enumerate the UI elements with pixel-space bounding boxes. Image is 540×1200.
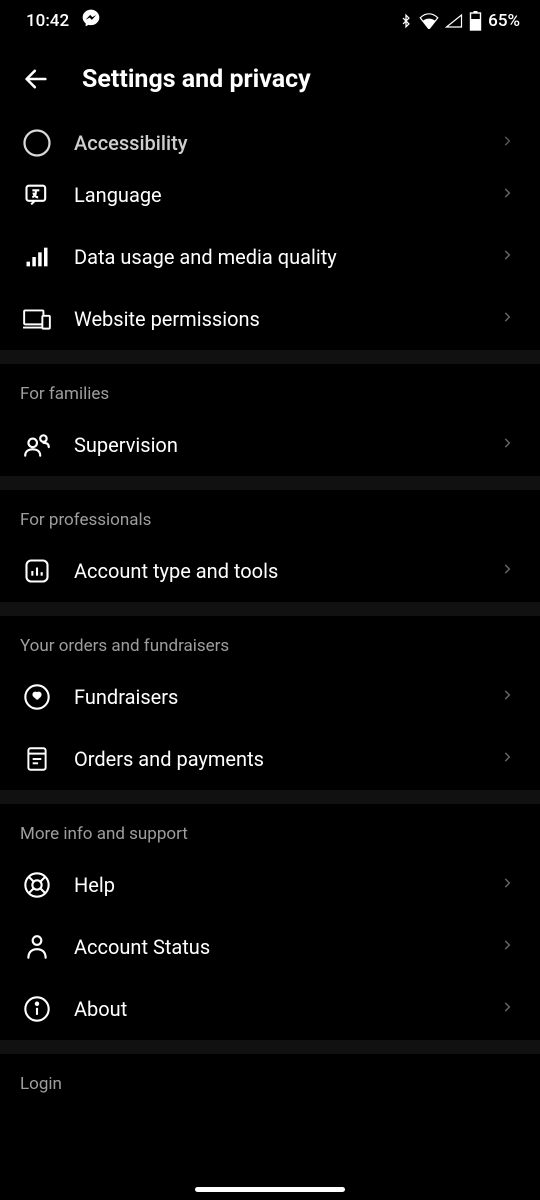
settings-item-data-usage[interactable]: Data usage and media quality xyxy=(0,226,540,288)
settings-item-account-status[interactable]: Account Status xyxy=(0,916,540,978)
section-header-support: More info and support xyxy=(0,804,540,854)
item-label: Fundraisers xyxy=(74,685,478,709)
item-label: Data usage and media quality xyxy=(74,245,478,269)
settings-item-about[interactable]: About xyxy=(0,978,540,1040)
bluetooth-icon xyxy=(399,12,413,30)
section-header-professionals: For professionals xyxy=(0,490,540,540)
chevron-right-icon xyxy=(500,247,520,267)
language-icon xyxy=(22,180,52,210)
page-title: Settings and privacy xyxy=(82,65,311,94)
section-divider xyxy=(0,1040,540,1054)
accessibility-icon xyxy=(22,128,52,158)
back-button[interactable] xyxy=(20,63,52,95)
chevron-right-icon xyxy=(500,749,520,769)
item-label: About xyxy=(74,997,478,1021)
section-divider xyxy=(0,350,540,364)
section-divider xyxy=(0,602,540,616)
item-label: Orders and payments xyxy=(74,747,478,771)
settings-item-account-type[interactable]: Account type and tools xyxy=(0,540,540,602)
supervision-icon xyxy=(22,430,52,460)
navigation-bar-indicator xyxy=(195,1187,345,1192)
status-time: 10:42 xyxy=(26,11,69,31)
signal-icon xyxy=(445,13,463,29)
chevron-right-icon xyxy=(500,435,520,455)
help-icon xyxy=(22,870,52,900)
settings-item-orders-payments[interactable]: Orders and payments xyxy=(0,728,540,790)
messenger-icon xyxy=(81,8,101,33)
item-label: Account Status xyxy=(74,935,478,959)
section-header-orders: Your orders and fundraisers xyxy=(0,616,540,666)
chevron-right-icon xyxy=(500,185,520,205)
settings-list[interactable]: Accessibility Language Data usage and me… xyxy=(0,128,540,1200)
chevron-right-icon xyxy=(500,937,520,957)
settings-item-language[interactable]: Language xyxy=(0,164,540,226)
chart-box-icon xyxy=(22,556,52,586)
devices-icon xyxy=(22,304,52,334)
chevron-right-icon xyxy=(500,561,520,581)
settings-item-supervision[interactable]: Supervision xyxy=(0,414,540,476)
wifi-icon xyxy=(419,13,439,29)
cellular-bars-icon xyxy=(22,242,52,272)
status-battery-pct: 65% xyxy=(488,11,520,31)
chevron-right-icon xyxy=(500,309,520,329)
item-label: Supervision xyxy=(74,433,478,457)
person-icon xyxy=(22,932,52,962)
info-icon xyxy=(22,994,52,1024)
chevron-right-icon xyxy=(500,875,520,895)
settings-item-fundraisers[interactable]: Fundraisers xyxy=(0,666,540,728)
settings-item-website-permissions[interactable]: Website permissions xyxy=(0,288,540,350)
section-header-families: For families xyxy=(0,364,540,414)
section-divider xyxy=(0,790,540,804)
battery-icon xyxy=(469,11,482,31)
chevron-right-icon xyxy=(500,133,520,153)
item-label: Help xyxy=(74,873,478,897)
item-label: Account type and tools xyxy=(74,559,478,583)
header: Settings and privacy xyxy=(0,37,540,115)
chevron-right-icon xyxy=(500,687,520,707)
receipt-icon xyxy=(22,744,52,774)
item-label: Accessibility xyxy=(74,131,478,155)
section-header-login: Login xyxy=(0,1054,540,1104)
item-label: Language xyxy=(74,183,478,207)
status-bar: 10:42 65% xyxy=(0,0,540,37)
fundraisers-icon xyxy=(22,682,52,712)
chevron-right-icon xyxy=(500,999,520,1019)
settings-item-help[interactable]: Help xyxy=(0,854,540,916)
settings-item-accessibility[interactable]: Accessibility xyxy=(0,128,540,164)
section-divider xyxy=(0,476,540,490)
item-label: Website permissions xyxy=(74,307,478,331)
